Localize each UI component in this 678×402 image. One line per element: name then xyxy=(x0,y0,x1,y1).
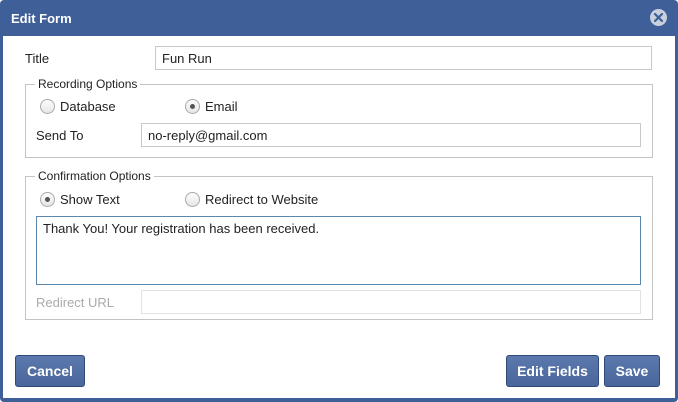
title-label: Title xyxy=(25,51,50,66)
dialog-title: Edit Form xyxy=(11,10,72,26)
radio-database-label: Database xyxy=(60,98,116,114)
redirect-url-label: Redirect URL xyxy=(36,295,115,310)
radio-redirect-website[interactable]: Redirect to Website xyxy=(185,190,318,208)
title-input[interactable] xyxy=(155,46,652,70)
confirmation-options-legend: Confirmation Options xyxy=(38,169,151,183)
send-to-input[interactable] xyxy=(141,123,641,147)
radio-circle-selected xyxy=(40,191,55,207)
radio-circle xyxy=(185,191,200,207)
radio-database[interactable]: Database xyxy=(40,97,116,115)
radio-email-label: Email xyxy=(205,98,238,114)
radio-email[interactable]: Email xyxy=(185,97,238,115)
edit-form-dialog: Edit Form Title Recording Options Databa… xyxy=(0,0,678,402)
send-to-label: Send To xyxy=(36,128,84,143)
radio-circle xyxy=(40,98,55,114)
save-button[interactable]: Save xyxy=(604,355,660,387)
edit-fields-button[interactable]: Edit Fields xyxy=(506,355,599,387)
radio-show-text[interactable]: Show Text xyxy=(40,190,120,208)
radio-show-text-label: Show Text xyxy=(60,191,120,207)
confirmation-message-textarea[interactable]: Thank You! Your registration has been re… xyxy=(36,216,641,285)
dialog-content: Title Recording Options Database Email S… xyxy=(3,36,675,398)
recording-options-legend: Recording Options xyxy=(38,77,138,91)
redirect-url-input[interactable] xyxy=(141,290,641,314)
radio-redirect-label: Redirect to Website xyxy=(205,191,319,207)
dialog-titlebar: Edit Form xyxy=(0,0,678,36)
cancel-button[interactable]: Cancel xyxy=(15,355,85,387)
radio-circle-selected xyxy=(185,98,200,114)
close-icon[interactable] xyxy=(650,9,667,26)
